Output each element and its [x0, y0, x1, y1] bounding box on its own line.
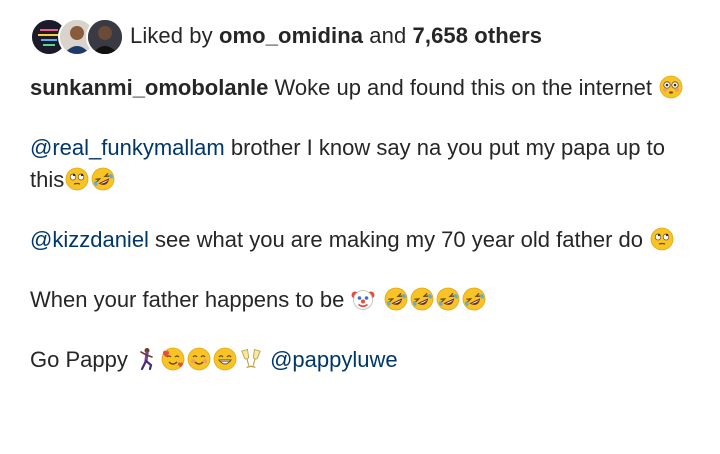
mention-link-pappyluwe[interactable]: @pappyluwe — [270, 347, 398, 372]
caption-paragraph-5: Go Pappy @pappyluwe — [30, 344, 690, 376]
likes-row: Liked by omo_omidina and 7,658 others — [30, 16, 542, 56]
rolling-laughing-face-icon — [436, 287, 460, 311]
likes-prefix: Liked by — [130, 23, 219, 48]
likes-conjunction: and — [363, 23, 413, 48]
clown-face-icon — [351, 287, 375, 311]
liker-username-link[interactable]: omo_omidina — [219, 23, 363, 48]
caption-text-5: Go Pappy — [30, 347, 134, 372]
flushed-face-icon — [659, 75, 683, 99]
mention-link-kizzdaniel[interactable]: @kizzdaniel — [30, 227, 149, 252]
caption-paragraph-4: When your father happens to be — [30, 284, 690, 316]
liker-avatars[interactable] — [30, 16, 124, 56]
smiling-face-with-hearts-icon — [161, 347, 185, 371]
caption-text-3: see what you are making my 70 year old f… — [148, 227, 650, 252]
caption-paragraph-1: sunkanmi_omobolanle Woke up and found th… — [30, 72, 690, 104]
smiling-face-icon — [187, 347, 211, 371]
clinking-glasses-icon — [239, 347, 263, 371]
mention-link-funkymallam[interactable]: @real_funkymallam — [30, 135, 225, 160]
caption-text-1: Woke up and found this on the internet — [268, 75, 659, 100]
grinning-face-icon — [213, 347, 237, 371]
avatar[interactable] — [86, 18, 124, 56]
dancing-man-icon — [135, 347, 159, 371]
rolling-laughing-face-icon — [91, 167, 115, 191]
rolling-laughing-face-icon — [384, 287, 408, 311]
caption-text-4: When your father happens to be — [30, 287, 351, 312]
likes-summary: Liked by omo_omidina and 7,658 others — [130, 23, 542, 49]
rolling-laughing-face-icon — [410, 287, 434, 311]
eye-roll-face-icon — [650, 227, 674, 251]
post-caption: sunkanmi_omobolanle Woke up and found th… — [30, 72, 690, 404]
rolling-laughing-face-icon — [462, 287, 486, 311]
eye-roll-face-icon — [65, 167, 89, 191]
caption-author-link[interactable]: sunkanmi_omobolanle — [30, 75, 268, 100]
likes-count-link[interactable]: 7,658 others — [413, 23, 543, 48]
caption-paragraph-2: @real_funkymallam brother I know say na … — [30, 132, 690, 196]
caption-paragraph-3: @kizzdaniel see what you are making my 7… — [30, 224, 690, 256]
